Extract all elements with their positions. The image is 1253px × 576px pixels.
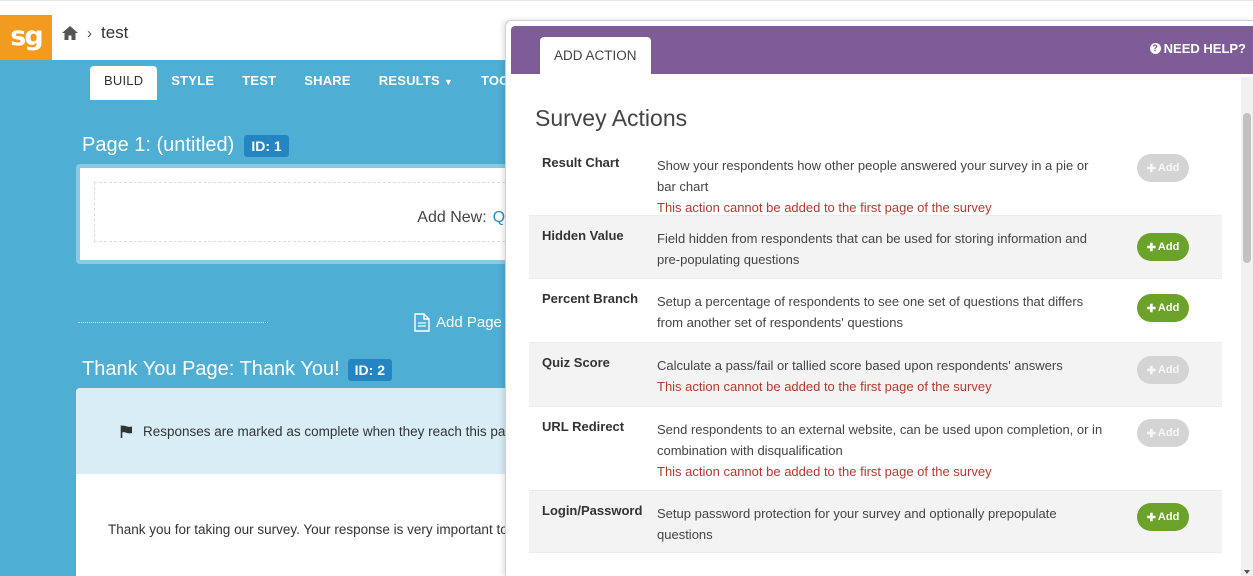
tab-results-label: RESULTS <box>378 73 440 88</box>
action-desc-text: Setup a percentage of respondents to see… <box>657 294 1084 330</box>
action-description: Field hidden from respondents that can b… <box>657 228 1107 270</box>
scrollbar-thumb[interactable] <box>1243 113 1251 263</box>
action-description: Calculate a pass/fail or tallied score b… <box>657 355 1107 397</box>
tab-build[interactable]: BUILD <box>90 66 158 100</box>
add-quiz-score-button[interactable]: ✚ Add <box>1137 356 1189 384</box>
action-desc-text: Calculate a pass/fail or tallied score b… <box>657 358 1063 373</box>
action-desc-text: Field hidden from respondents that can b… <box>657 231 1087 267</box>
add-result-chart-button[interactable]: ✚ Add <box>1137 154 1189 182</box>
builder-tabs: BUILD STYLE TEST SHARE RESULTS ▼ TOOLS <box>90 66 541 100</box>
breadcrumb: › test <box>62 23 128 43</box>
divider <box>78 322 268 323</box>
tab-results[interactable]: RESULTS ▼ <box>365 66 467 100</box>
add-new-row: Add New: Qu <box>417 209 514 227</box>
page-title[interactable]: Page 1: (untitled) <box>82 134 234 157</box>
action-description: Show your respondents how other people a… <box>657 155 1107 218</box>
flag-icon <box>120 425 132 438</box>
action-row-hidden-value: Hidden Value Field hidden from responden… <box>529 216 1222 279</box>
add-button-label: Add <box>1157 302 1180 314</box>
thank-you-card: Responses are marked as complete when th… <box>76 388 520 576</box>
scroll-down-arrow-icon[interactable] <box>1244 570 1250 574</box>
action-warning: This action cannot be added to the first… <box>657 200 992 215</box>
add-page-label: Add Page <box>436 314 502 331</box>
page-1-card: Add New: Qu <box>76 164 520 264</box>
question-drop-zone: Add New: Qu <box>94 182 520 242</box>
add-hidden-value-button[interactable]: ✚ Add <box>1137 233 1189 261</box>
action-name: Hidden Value <box>542 228 624 243</box>
chevron-right-icon: › <box>87 24 92 42</box>
add-button-label: Add <box>1157 162 1180 174</box>
action-name: Percent Branch <box>542 291 639 306</box>
app-logo[interactable]: sg <box>0 15 52 61</box>
add-action-panel: ADD ACTION ? NEED HELP? Survey Actions R… <box>505 20 1253 576</box>
add-percent-branch-button[interactable]: ✚ Add <box>1137 294 1189 322</box>
panel-title: Survey Actions <box>535 105 688 131</box>
action-row-percent-branch: Percent Branch Setup a percentage of res… <box>529 279 1222 343</box>
add-url-redirect-button[interactable]: ✚ Add <box>1137 419 1189 447</box>
thank-you-page-header: Thank You Page: Thank You! ID: 2 <box>82 358 392 381</box>
action-description: Setup a percentage of respondents to see… <box>657 291 1107 333</box>
tab-style[interactable]: STYLE <box>157 66 228 100</box>
action-name: URL Redirect <box>542 419 625 434</box>
tab-test[interactable]: TEST <box>228 66 290 100</box>
caret-down-icon: ▼ <box>443 77 453 87</box>
page-id-badge: ID: 1 <box>244 134 289 157</box>
panel-scrollbar[interactable] <box>1241 77 1253 576</box>
need-help-link[interactable]: ? NEED HELP? <box>1149 41 1246 56</box>
action-row-login-password: Login/Password Setup password protection… <box>529 491 1222 553</box>
action-row-url-redirect: URL Redirect Send respondents to an exte… <box>529 407 1222 491</box>
action-row-result-chart: Result Chart Show your respondents how o… <box>529 143 1222 216</box>
add-new-label: Add New: <box>417 209 487 226</box>
question-circle-icon: ? <box>1149 43 1161 54</box>
thank-you-message[interactable]: Thank you for taking our survey. Your re… <box>108 522 508 537</box>
home-icon[interactable] <box>62 26 78 40</box>
thank-you-id-badge: ID: 2 <box>347 358 392 381</box>
add-button-label: Add <box>1157 241 1180 253</box>
tab-add-action[interactable]: ADD ACTION <box>540 37 651 74</box>
panel-header: ADD ACTION ? NEED HELP? <box>511 26 1253 74</box>
action-desc-text: Send respondents to an external website,… <box>657 422 1103 458</box>
actions-list: Result Chart Show your respondents how o… <box>529 143 1222 553</box>
add-page-button[interactable]: Add Page <box>414 313 502 332</box>
action-description: Send respondents to an external website,… <box>657 419 1107 482</box>
action-row-quiz-score: Quiz Score Calculate a pass/fail or tall… <box>529 343 1222 407</box>
breadcrumb-survey-name[interactable]: test <box>101 23 128 43</box>
plus-icon: ✚ <box>1146 511 1156 524</box>
action-name: Quiz Score <box>542 355 610 370</box>
add-button-label: Add <box>1157 364 1180 376</box>
plus-icon: ✚ <box>1146 364 1156 377</box>
action-description: Setup password protection for your surve… <box>657 503 1107 545</box>
action-warning: This action cannot be added to the first… <box>657 464 992 479</box>
action-name: Login/Password <box>542 503 643 518</box>
plus-icon: ✚ <box>1146 302 1156 315</box>
action-warning: This action cannot be added to the first… <box>657 379 992 394</box>
thank-you-page-title[interactable]: Thank You Page: Thank You! <box>82 358 340 381</box>
need-help-label: NEED HELP? <box>1163 41 1246 56</box>
add-login-password-button[interactable]: ✚ Add <box>1137 503 1189 531</box>
action-desc-text: Show your respondents how other people a… <box>657 158 1089 194</box>
tab-share[interactable]: SHARE <box>290 66 365 100</box>
plus-icon: ✚ <box>1146 427 1156 440</box>
completion-note: Responses are marked as complete when th… <box>76 388 520 474</box>
action-name: Result Chart <box>542 155 620 170</box>
plus-icon: ✚ <box>1146 162 1156 175</box>
completion-note-text: Responses are marked as complete when th… <box>143 423 506 439</box>
add-button-label: Add <box>1157 511 1180 523</box>
document-icon <box>414 313 430 332</box>
survey-builder: BUILD STYLE TEST SHARE RESULTS ▼ TOOLS Pa… <box>0 60 526 576</box>
plus-icon: ✚ <box>1146 241 1156 254</box>
page-1-header: Page 1: (untitled) ID: 1 <box>82 134 289 157</box>
action-desc-text: Setup password protection for your surve… <box>657 506 1057 542</box>
add-button-label: Add <box>1157 427 1180 439</box>
